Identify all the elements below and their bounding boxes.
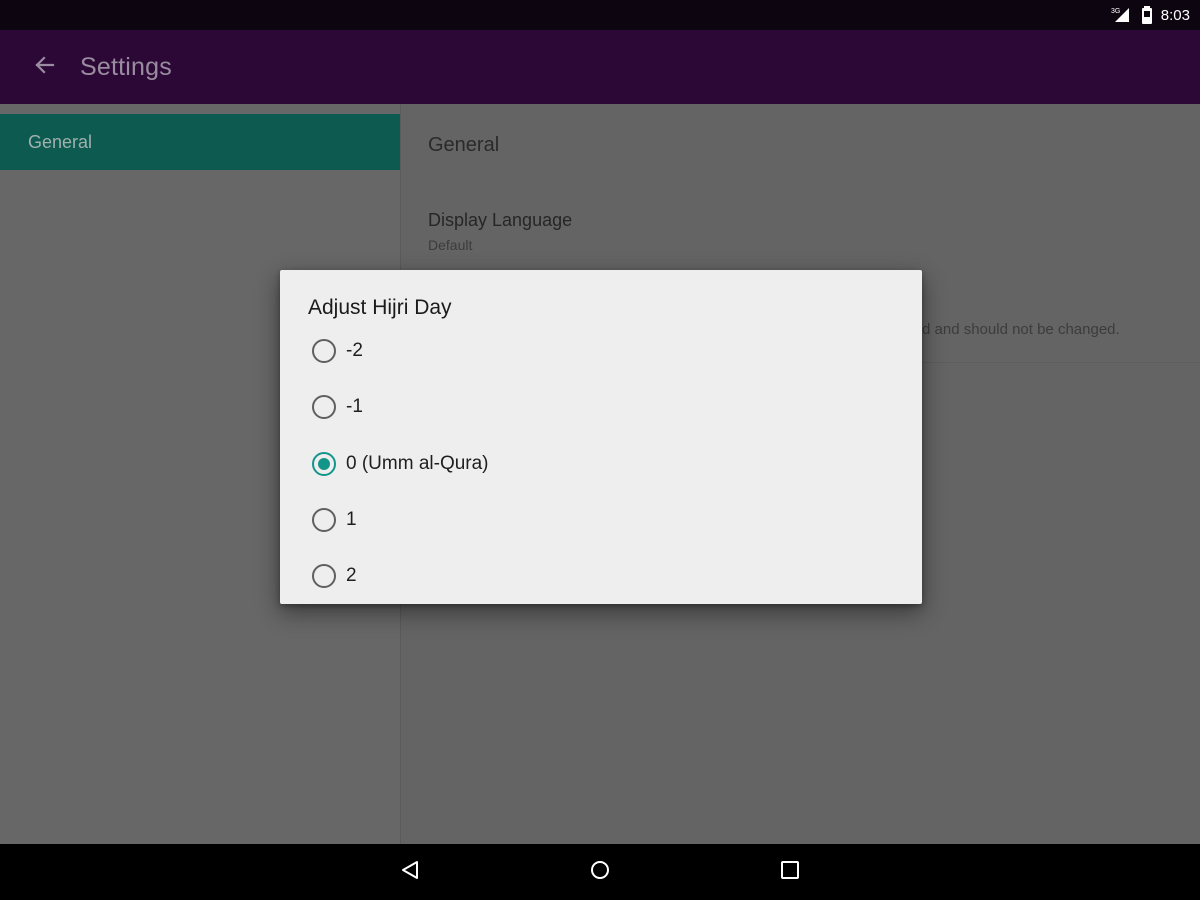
back-triangle-icon <box>399 859 421 886</box>
status-bar: 3G 8:03 <box>0 0 1200 30</box>
option-label: 1 <box>346 509 357 530</box>
page-title: Settings <box>80 52 172 81</box>
nav-home-button[interactable] <box>580 852 620 892</box>
dialog-title: Adjust Hijri Day <box>308 296 452 319</box>
option-label: 2 <box>346 565 357 586</box>
option-label: -1 <box>346 396 363 417</box>
home-circle-icon <box>589 859 611 886</box>
sidebar-item-general[interactable]: General <box>0 114 400 170</box>
radio-button[interactable] <box>312 395 336 419</box>
sidebar-item-label: General <box>28 131 93 152</box>
option-label: 0 (Umm al-Qura) <box>346 453 489 474</box>
radio-button[interactable] <box>312 339 336 363</box>
option-0-umm-al-qura[interactable]: 0 (Umm al-Qura) <box>312 440 902 488</box>
radio-button[interactable] <box>312 564 336 588</box>
option-minus-1[interactable]: -1 <box>312 383 902 431</box>
app-bar: Settings <box>0 30 1200 104</box>
arrow-back-icon <box>33 54 55 81</box>
section-title: General <box>428 134 500 156</box>
option-plus-1[interactable]: 1 <box>312 496 902 544</box>
battery-icon <box>1141 6 1153 24</box>
option-label: -2 <box>346 340 363 361</box>
signal-icon: 3G <box>1111 6 1133 24</box>
hijri-preference-summary: d and should not be changed. <box>922 321 1120 338</box>
navigation-bar <box>0 844 1200 900</box>
radio-button[interactable] <box>312 508 336 532</box>
recents-square-icon <box>779 859 801 886</box>
clock: 8:03 <box>1160 6 1190 24</box>
settings-screen: 3G 8:03 Settings General General Display… <box>0 0 1200 900</box>
option-plus-2[interactable]: 2 <box>312 552 902 600</box>
radio-button-checked[interactable] <box>312 452 336 476</box>
option-minus-2[interactable]: -2 <box>312 327 902 375</box>
adjust-hijri-day-dialog: Adjust Hijri Day -2 -1 0 (Umm al-Qura) 1… <box>280 270 922 604</box>
nav-recents-button[interactable] <box>770 852 810 892</box>
nav-back-button[interactable] <box>390 852 430 892</box>
display-language-preference[interactable]: Display Language <box>428 210 572 231</box>
back-button[interactable] <box>24 47 64 87</box>
network-type-label: 3G <box>1111 8 1120 15</box>
display-language-summary: Default <box>428 237 473 253</box>
